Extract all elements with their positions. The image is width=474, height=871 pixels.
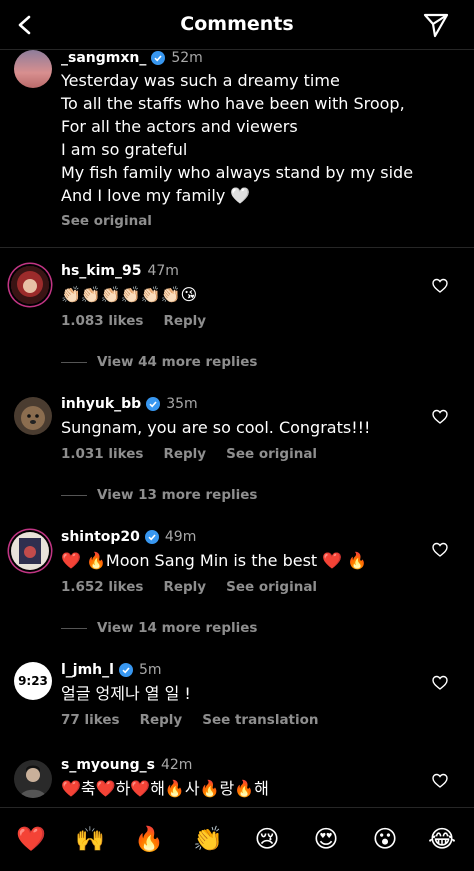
quick-reactions-bar: ❤️ 🙌 🔥 👏 😢 😍 😮 😂 (0, 807, 474, 871)
avatar[interactable] (14, 50, 52, 88)
avatar-text: 9:23 (18, 674, 48, 688)
fire-emoji-button[interactable]: 🔥 (132, 825, 166, 853)
timestamp: 42m (160, 757, 193, 773)
comment-text: ❤️축❤️하❤️해🔥사🔥랑🔥해 (61, 779, 269, 798)
timestamp: 35m (166, 396, 198, 412)
paper-plane-icon (423, 13, 449, 38)
caption-line: To all the staffs who have been with Sro… (61, 94, 405, 113)
reply-button[interactable]: Reply (140, 712, 183, 728)
username[interactable]: l_jmh_l (61, 662, 114, 678)
view-replies-button[interactable]: View 14 more replies (61, 620, 257, 636)
caption-line: For all the actors and viewers (61, 117, 298, 136)
timestamp: 49m (164, 529, 197, 545)
see-original-link[interactable]: See original (226, 579, 317, 595)
share-button[interactable] (422, 11, 452, 41)
comment-meta: 1.083 likes Reply (61, 313, 226, 329)
verified-badge-icon (144, 530, 159, 544)
verified-badge-icon (118, 663, 133, 677)
timestamp: 47m (147, 263, 179, 279)
comment-header: hs_kim_95 47m (61, 263, 179, 279)
comment-header: shintop20 49m (61, 529, 196, 545)
avatar[interactable] (14, 760, 52, 798)
comment-header: l_jmh_l 5m (61, 662, 162, 678)
portrait-avatar-image (11, 266, 49, 304)
caption-line: I am so grateful (61, 140, 188, 159)
view-replies-button[interactable]: View 44 more replies (61, 354, 257, 370)
reply-button[interactable]: Reply (163, 313, 206, 329)
likes-count[interactable]: 1.652 likes (61, 579, 143, 595)
heart-icon[interactable] (432, 278, 448, 294)
comment-meta: 77 likes Reply See translation (61, 712, 339, 728)
header: Comments (0, 0, 474, 50)
avatar[interactable] (11, 532, 49, 570)
sunset-avatar-image (14, 50, 52, 88)
likes-count[interactable]: 77 likes (61, 712, 120, 728)
comment-header: s_myoung_s 42m (61, 757, 192, 773)
verified-badge-icon (151, 51, 166, 65)
username[interactable]: s_myoung_s (61, 757, 155, 773)
avatar[interactable]: 9:23 (14, 662, 52, 700)
post-caption: _sangmxn_ 52m Yesterday was such a dream… (0, 50, 474, 248)
heart-eyes-emoji-button[interactable]: 😍 (309, 825, 343, 853)
divider (61, 627, 87, 629)
reply-button[interactable]: Reply (163, 446, 206, 462)
timestamp: 5m (138, 662, 162, 678)
comment-header: inhyuk_bb 35m (61, 396, 198, 412)
reply-button[interactable]: Reply (163, 579, 206, 595)
caption-header: _sangmxn_ 52m (61, 50, 203, 66)
avatar[interactable] (11, 266, 49, 304)
caption-text: Yesterday was such a dreamy time To all … (61, 69, 413, 207)
see-original-link[interactable]: See original (226, 446, 317, 462)
view-replies-label: View 44 more replies (97, 354, 258, 370)
username[interactable]: inhyuk_bb (61, 396, 141, 412)
view-replies-label: View 14 more replies (97, 620, 258, 636)
raising-hands-emoji-button[interactable]: 🙌 (73, 825, 107, 853)
avatar[interactable] (14, 397, 52, 435)
caption-line: And I love my family 🤍 (61, 186, 251, 205)
view-replies-button[interactable]: View 13 more replies (61, 487, 257, 503)
username[interactable]: shintop20 (61, 529, 140, 545)
view-replies-label: View 13 more replies (97, 487, 258, 503)
see-translation-link[interactable]: See translation (202, 712, 318, 728)
heart-icon[interactable] (432, 542, 448, 558)
username[interactable]: hs_kim_95 (61, 263, 141, 279)
crying-face-emoji-button[interactable]: 😢 (250, 825, 284, 853)
clapping-emoji-button[interactable]: 👏 (191, 825, 225, 853)
comment-text: 얼글 엉제나 열 일 ! (61, 684, 191, 703)
person-avatar-image (14, 760, 52, 798)
see-original-link[interactable]: See original (61, 213, 152, 229)
red-heart-emoji-button[interactable]: ❤️ (14, 825, 48, 853)
tears-of-joy-emoji-button[interactable]: 😂 (425, 825, 459, 853)
comment-text: 👏🏻👏🏻👏🏻👏🏻👏🏻👏🏻😘 (61, 285, 198, 304)
heart-icon[interactable] (432, 675, 448, 691)
comment-text: ❤️ 🔥Moon Sang Min is the best ❤️ 🔥 (61, 551, 368, 570)
comment-text: Sungnam, you are so cool. Congrats!!! (61, 418, 371, 437)
poster-avatar-image (11, 532, 49, 570)
likes-count[interactable]: 1.031 likes (61, 446, 143, 462)
verified-badge-icon (146, 397, 161, 411)
caption-line: Yesterday was such a dreamy time (61, 71, 340, 90)
caption-line: My fish family who always stand by my si… (61, 163, 414, 182)
timestamp: 52m (171, 50, 203, 66)
likes-count[interactable]: 1.083 likes (61, 313, 143, 329)
divider (61, 361, 87, 363)
heart-icon[interactable] (432, 773, 448, 789)
username[interactable]: _sangmxn_ (61, 50, 146, 66)
surprised-face-emoji-button[interactable]: 😮 (368, 825, 402, 853)
dog-avatar-image (14, 397, 52, 435)
page-title: Comments (180, 13, 294, 35)
comment-meta: 1.031 likes Reply See original (61, 446, 337, 462)
heart-icon[interactable] (432, 409, 448, 425)
comment-meta: 1.652 likes Reply See original (61, 579, 337, 595)
divider (61, 494, 87, 496)
